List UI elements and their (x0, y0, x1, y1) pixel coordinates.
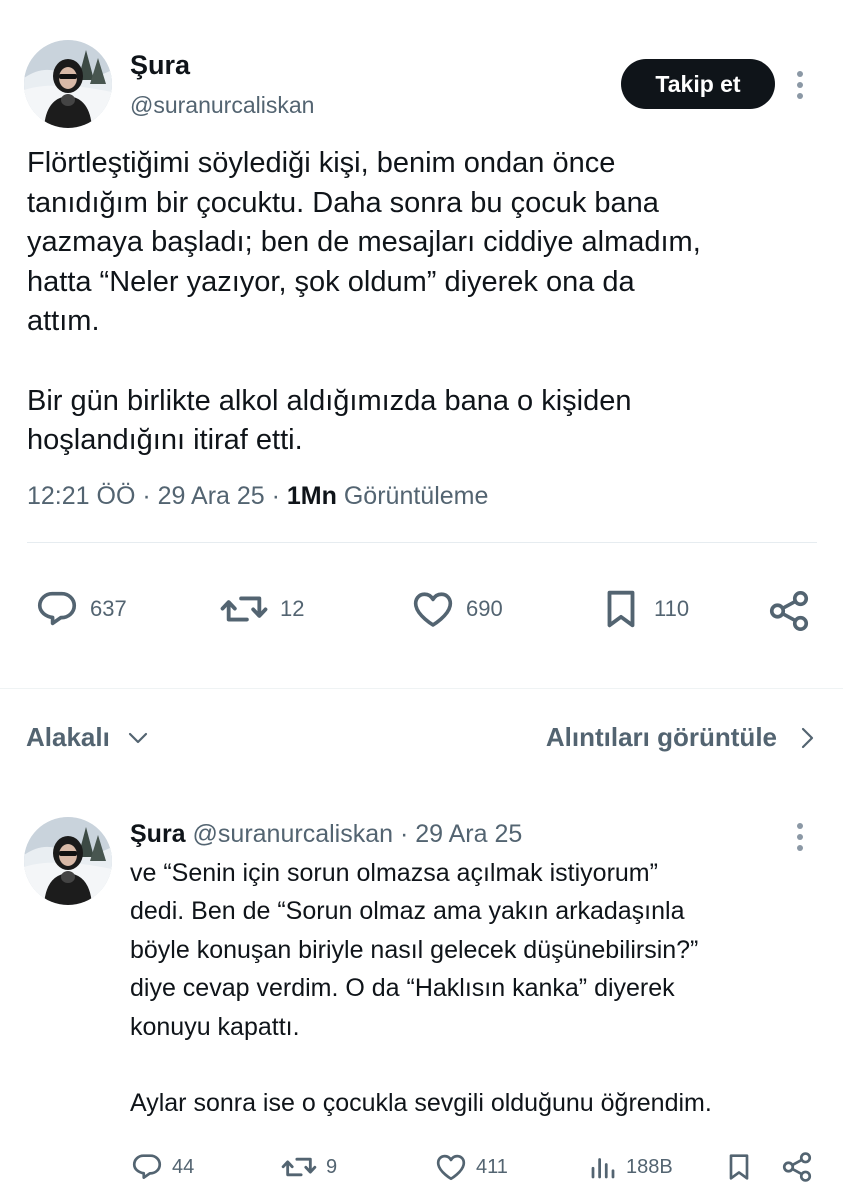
author-name[interactable]: Şura (130, 50, 190, 81)
reply-views-button[interactable]: 188B (588, 1150, 673, 1184)
reply-repost-count: 9 (326, 1155, 338, 1178)
tweet-date[interactable]: 29 Ara 25 (158, 482, 265, 510)
like-button[interactable]: 690 (410, 586, 503, 632)
view-quotes-label: Alıntıları görüntüle (545, 722, 777, 752)
reply-paragraph: ve “Senin için sorun olmazsa açılmak ist… (130, 859, 699, 1041)
chevron-right-icon (801, 727, 814, 748)
reply-header: Şura @suranurcaliskan · 29 Ara 25 (130, 820, 522, 849)
author-avatar[interactable] (24, 40, 112, 128)
bookmark-count: 110 (654, 596, 690, 621)
repost-arrows-icon (281, 1157, 317, 1177)
heart-icon (413, 592, 453, 627)
meta-separator: · (271, 482, 287, 510)
speech-bubble-icon (132, 1154, 162, 1179)
views-count: 1Mn (286, 482, 337, 510)
share-button[interactable] (766, 588, 812, 634)
section-divider (0, 688, 843, 689)
reply-like-button[interactable]: 411 (434, 1150, 508, 1184)
bar-chart-icon (591, 1158, 615, 1179)
tweet-paragraph: Flörtleştiğimi söylediği kişi, benim ond… (27, 147, 701, 337)
reply-button[interactable]: 637 (34, 586, 127, 632)
reply-actions: 44 9 411 188B (0, 1148, 843, 1188)
follow-button[interactable]: Takip et (621, 59, 775, 109)
reply-text: ve “Senin için sorun olmazsa açılmak ist… (130, 854, 830, 1122)
reply-repost-button[interactable]: 9 (280, 1150, 337, 1184)
related-label: Alakalı (26, 722, 110, 752)
reply-author-name[interactable]: Şura (130, 820, 186, 848)
tweet-paragraph: Bir gün birlikte alkol aldığımızda bana … (27, 384, 632, 457)
reply-like-count: 411 (476, 1155, 508, 1178)
heart-icon (436, 1154, 466, 1181)
share-icon (769, 590, 809, 632)
view-quotes-link[interactable]: Alıntıları görüntüle (546, 722, 817, 753)
tweet-actions: 637 12 690 110 (0, 586, 843, 640)
bookmark-icon (607, 590, 635, 628)
reply-author-handle[interactable]: @suranurcaliskan (193, 820, 393, 848)
reply-reply-count: 44 (172, 1155, 195, 1178)
repost-count: 12 (280, 596, 305, 621)
reply-author-avatar[interactable] (24, 817, 112, 905)
avatar-photo (24, 40, 112, 128)
author-handle[interactable]: @suranurcaliskan (130, 92, 314, 119)
reply-bookmark-button[interactable] (723, 1150, 755, 1184)
repost-arrows-icon (220, 596, 268, 622)
reply-views-count: 188B (626, 1155, 673, 1178)
repost-button[interactable]: 12 (218, 586, 304, 632)
tweet-text: Flörtleştiğimi söylediği kişi, benim ond… (27, 144, 817, 461)
tweet-detail-page: Şura @suranurcaliskan Takip et Flörtleşt… (0, 0, 843, 1200)
meta-separator: · (399, 820, 416, 848)
reply-paragraph: Aylar sonra ise o çocukla sevgili olduğu… (130, 1089, 712, 1118)
reply-more-options-icon[interactable] (795, 823, 805, 851)
divider (27, 542, 817, 543)
avatar-photo (24, 817, 112, 905)
bookmark-button[interactable]: 110 (598, 586, 689, 632)
bookmark-icon (729, 1154, 749, 1180)
tweet-time[interactable]: 12:21 ÖÖ (27, 482, 135, 510)
like-count: 690 (466, 596, 503, 621)
reply-reply-button[interactable]: 44 (130, 1150, 194, 1184)
reply-count: 637 (90, 596, 127, 621)
share-icon (782, 1152, 812, 1182)
chevron-down-icon (128, 732, 147, 743)
views-label: Görüntüleme (343, 482, 489, 510)
reply-date[interactable]: 29 Ara 25 (415, 820, 522, 848)
more-options-icon[interactable] (795, 71, 805, 99)
tweet-meta: 12:21 ÖÖ · 29 Ara 25 · 1Mn Görüntüleme (27, 482, 488, 511)
speech-bubble-icon (37, 591, 77, 626)
reply-share-button[interactable] (780, 1150, 814, 1184)
related-dropdown[interactable]: Alakalı (26, 722, 150, 753)
meta-separator: · (142, 482, 158, 510)
